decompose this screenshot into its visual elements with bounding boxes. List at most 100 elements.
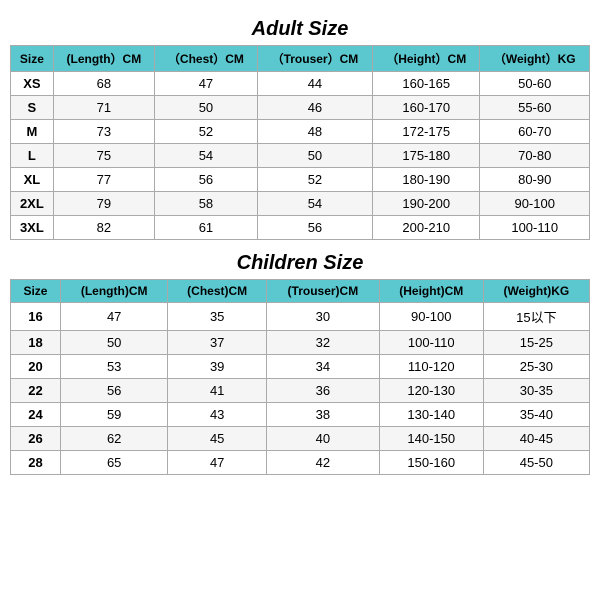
table-cell: 79: [53, 192, 154, 216]
table-cell: 200-210: [373, 216, 480, 240]
table-cell: 30-35: [483, 379, 589, 403]
table-cell: 36: [266, 379, 379, 403]
table-cell: XS: [11, 72, 54, 96]
table-row: L755450175-18070-80: [11, 144, 590, 168]
table-cell: 53: [60, 355, 167, 379]
children-size-title: Children Size: [237, 252, 364, 275]
table-row: M735248172-17560-70: [11, 120, 590, 144]
table-cell: 68: [53, 72, 154, 96]
table-cell: 55-60: [480, 96, 590, 120]
table-cell: 52: [257, 168, 372, 192]
table-cell: 32: [266, 331, 379, 355]
table-cell: 62: [60, 427, 167, 451]
table-cell: XL: [11, 168, 54, 192]
adult-header-cell: (Length）CM: [53, 46, 154, 72]
table-row: XS684744160-16550-60: [11, 72, 590, 96]
children-header-cell: (Length)CM: [60, 280, 167, 303]
table-cell: 2XL: [11, 192, 54, 216]
adult-header-cell: （Weight）KG: [480, 46, 590, 72]
table-cell: 150-160: [379, 451, 483, 475]
table-cell: 15以下: [483, 303, 589, 331]
table-cell: 50-60: [480, 72, 590, 96]
table-row: 2XL795854190-20090-100: [11, 192, 590, 216]
table-cell: 18: [11, 331, 61, 355]
table-cell: 59: [60, 403, 167, 427]
table-row: 1647353090-10015以下: [11, 303, 590, 331]
table-cell: 90-100: [480, 192, 590, 216]
table-cell: L: [11, 144, 54, 168]
table-row: 28654742150-16045-50: [11, 451, 590, 475]
table-cell: 42: [266, 451, 379, 475]
table-cell: 56: [257, 216, 372, 240]
children-size-table: Size(Length)CM(Chest)CM(Trouser)CM(Heigh…: [10, 279, 590, 475]
table-cell: 38: [266, 403, 379, 427]
table-cell: 25-30: [483, 355, 589, 379]
table-cell: 37: [168, 331, 267, 355]
adult-size-table: Size(Length）CM（Chest）CM（Trouser）CM（Heigh…: [10, 45, 590, 240]
table-cell: 45-50: [483, 451, 589, 475]
table-cell: 52: [155, 120, 258, 144]
table-cell: 73: [53, 120, 154, 144]
table-cell: 50: [155, 96, 258, 120]
table-cell: 26: [11, 427, 61, 451]
table-cell: 34: [266, 355, 379, 379]
table-cell: 40: [266, 427, 379, 451]
table-cell: 80-90: [480, 168, 590, 192]
children-header-cell: (Chest)CM: [168, 280, 267, 303]
table-cell: 77: [53, 168, 154, 192]
adult-header-cell: Size: [11, 46, 54, 72]
children-header-cell: (Weight)KG: [483, 280, 589, 303]
table-cell: 43: [168, 403, 267, 427]
table-cell: 190-200: [373, 192, 480, 216]
table-cell: 58: [155, 192, 258, 216]
table-cell: 24: [11, 403, 61, 427]
table-cell: S: [11, 96, 54, 120]
table-cell: 90-100: [379, 303, 483, 331]
table-cell: 75: [53, 144, 154, 168]
table-cell: 39: [168, 355, 267, 379]
table-row: 24594338130-14035-40: [11, 403, 590, 427]
table-cell: 15-25: [483, 331, 589, 355]
table-cell: 16: [11, 303, 61, 331]
table-cell: 47: [60, 303, 167, 331]
table-row: 3XL826156200-210100-110: [11, 216, 590, 240]
table-cell: 120-130: [379, 379, 483, 403]
table-row: 20533934110-12025-30: [11, 355, 590, 379]
table-cell: 20: [11, 355, 61, 379]
table-cell: 50: [60, 331, 167, 355]
table-row: 22564136120-13030-35: [11, 379, 590, 403]
table-cell: 180-190: [373, 168, 480, 192]
table-cell: M: [11, 120, 54, 144]
table-cell: 54: [257, 192, 372, 216]
table-cell: 60-70: [480, 120, 590, 144]
table-cell: 172-175: [373, 120, 480, 144]
adult-header-cell: （Chest）CM: [155, 46, 258, 72]
table-cell: 61: [155, 216, 258, 240]
table-cell: 130-140: [379, 403, 483, 427]
table-cell: 35-40: [483, 403, 589, 427]
table-cell: 47: [155, 72, 258, 96]
table-cell: 54: [155, 144, 258, 168]
children-header-cell: (Height)CM: [379, 280, 483, 303]
adult-header-cell: （Height）CM: [373, 46, 480, 72]
table-cell: 71: [53, 96, 154, 120]
table-cell: 65: [60, 451, 167, 475]
table-cell: 110-120: [379, 355, 483, 379]
table-cell: 100-110: [480, 216, 590, 240]
table-cell: 56: [60, 379, 167, 403]
table-cell: 22: [11, 379, 61, 403]
table-cell: 160-165: [373, 72, 480, 96]
table-cell: 28: [11, 451, 61, 475]
table-cell: 82: [53, 216, 154, 240]
table-cell: 46: [257, 96, 372, 120]
table-row: XL775652180-19080-90: [11, 168, 590, 192]
table-cell: 160-170: [373, 96, 480, 120]
adult-size-title: Adult Size: [252, 18, 349, 41]
children-header-cell: Size: [11, 280, 61, 303]
table-cell: 50: [257, 144, 372, 168]
table-cell: 44: [257, 72, 372, 96]
table-cell: 100-110: [379, 331, 483, 355]
table-cell: 70-80: [480, 144, 590, 168]
table-cell: 56: [155, 168, 258, 192]
table-cell: 48: [257, 120, 372, 144]
